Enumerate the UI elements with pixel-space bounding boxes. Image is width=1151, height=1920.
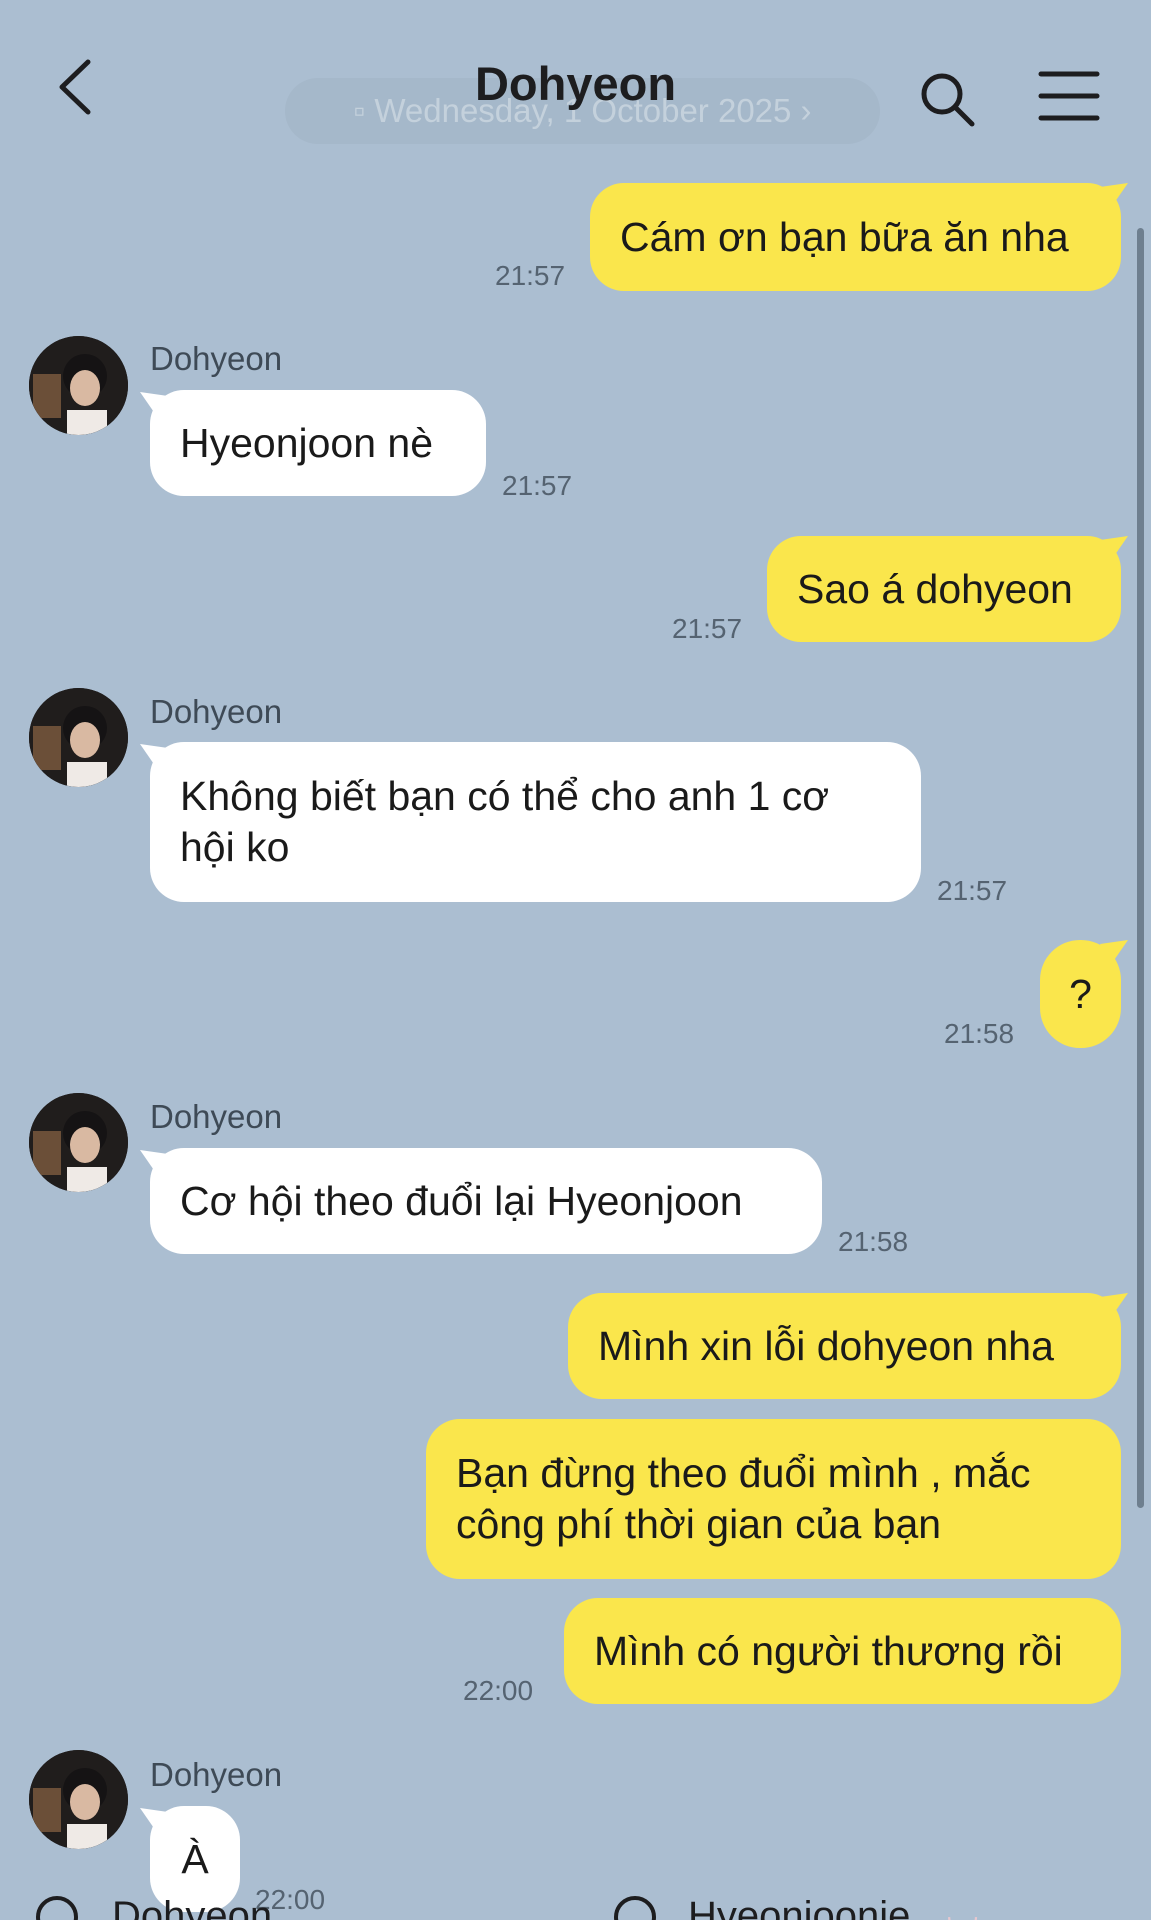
chat-title: Dohyeon <box>474 57 677 110</box>
chat-screen: ▫ Wednesday, 1 October 2025 › Dohyeon Cá… <box>0 0 1151 1920</box>
menu-icon <box>1038 71 1100 121</box>
bubble-tail <box>1100 536 1128 562</box>
scrollbar[interactable] <box>1137 228 1144 1508</box>
message-text: Cám ơn bạn bữa ăn nha <box>620 213 1069 260</box>
sender-name: Dohyeon <box>150 340 283 377</box>
sender-name: Dohyeon <box>150 1756 283 1793</box>
menu-button[interactable] <box>1037 68 1101 124</box>
sender-name: Dohyeon <box>150 693 283 730</box>
message-text: Không biết bạn có thể cho anh 1 cơ hội k… <box>180 773 830 870</box>
message-time: 22:00 <box>463 1675 534 1706</box>
outgoing-message[interactable]: Mình có người thương rồi <box>564 1598 1121 1704</box>
bubble-tail <box>1100 183 1128 209</box>
outgoing-message[interactable]: Cám ơn bạn bữa ăn nha <box>590 183 1121 291</box>
message-time: 21:58 <box>838 1226 909 1257</box>
search-icon <box>921 73 975 127</box>
incoming-message[interactable]: Cơ hội theo đuổi lại Hyeonjoon <box>150 1148 822 1254</box>
user-circle-icon <box>36 1896 78 1920</box>
message-time: 21:57 <box>937 875 1008 906</box>
search-button[interactable] <box>918 70 978 130</box>
outgoing-message[interactable]: Sao á dohyeon <box>767 536 1121 642</box>
bubble-tail <box>140 1808 168 1834</box>
user-circle-icon <box>614 1896 656 1920</box>
message-time: 21:57 <box>672 613 743 644</box>
incoming-message[interactable]: Không biết bạn có thể cho anh 1 cơ hội k… <box>150 742 921 902</box>
avatar[interactable] <box>29 336 128 435</box>
outgoing-message[interactable]: Bạn đừng theo đuổi mình , mắc công phí t… <box>426 1419 1121 1579</box>
incoming-message[interactable]: Hyeonjoon nè <box>150 390 486 496</box>
message-text: Mình xin lỗi dohyeon nha <box>598 1322 1054 1369</box>
bunny-emoji-icon: ◡ <box>946 1894 980 1920</box>
bottom-left-name: Dohyeon <box>112 1894 273 1920</box>
message-time: 21:57 <box>502 470 573 501</box>
message-text: Mình có người thương rồi <box>594 1627 1063 1674</box>
bubble-tail <box>140 392 168 418</box>
sender-name: Dohyeon <box>150 1098 283 1135</box>
avatar[interactable] <box>29 688 128 787</box>
chat-header: Dohyeon <box>0 0 1151 180</box>
avatar-photo <box>29 688 128 787</box>
bubble-tail <box>1100 940 1128 966</box>
bubble-tail <box>1100 1293 1128 1319</box>
message-text: ? <box>1069 970 1092 1017</box>
message-time: 21:58 <box>944 1018 1015 1049</box>
bottom-right-name: Hyeonjoonie <box>688 1894 911 1920</box>
message-text: Sao á dohyeon <box>797 565 1073 612</box>
message-text: À <box>181 1835 209 1882</box>
avatar[interactable] <box>29 1093 128 1192</box>
bubble-tail <box>140 744 168 770</box>
reaction-row: Dohyeon Hyeonjoonie ◡ <box>0 1884 1151 1920</box>
avatar-photo <box>29 1750 128 1849</box>
avatar-photo <box>29 1093 128 1192</box>
message-text: Hyeonjoon nè <box>180 419 434 466</box>
outgoing-message[interactable]: Mình xin lỗi dohyeon nha <box>568 1293 1121 1399</box>
avatar-photo <box>29 336 128 435</box>
message-text: Cơ hội theo đuổi lại Hyeonjoon <box>180 1177 743 1224</box>
avatar[interactable] <box>29 1750 128 1849</box>
message-text: Bạn đừng theo đuổi mình , mắc công phí t… <box>456 1450 1031 1547</box>
bubble-tail <box>140 1150 168 1176</box>
message-time: 21:57 <box>495 260 566 291</box>
